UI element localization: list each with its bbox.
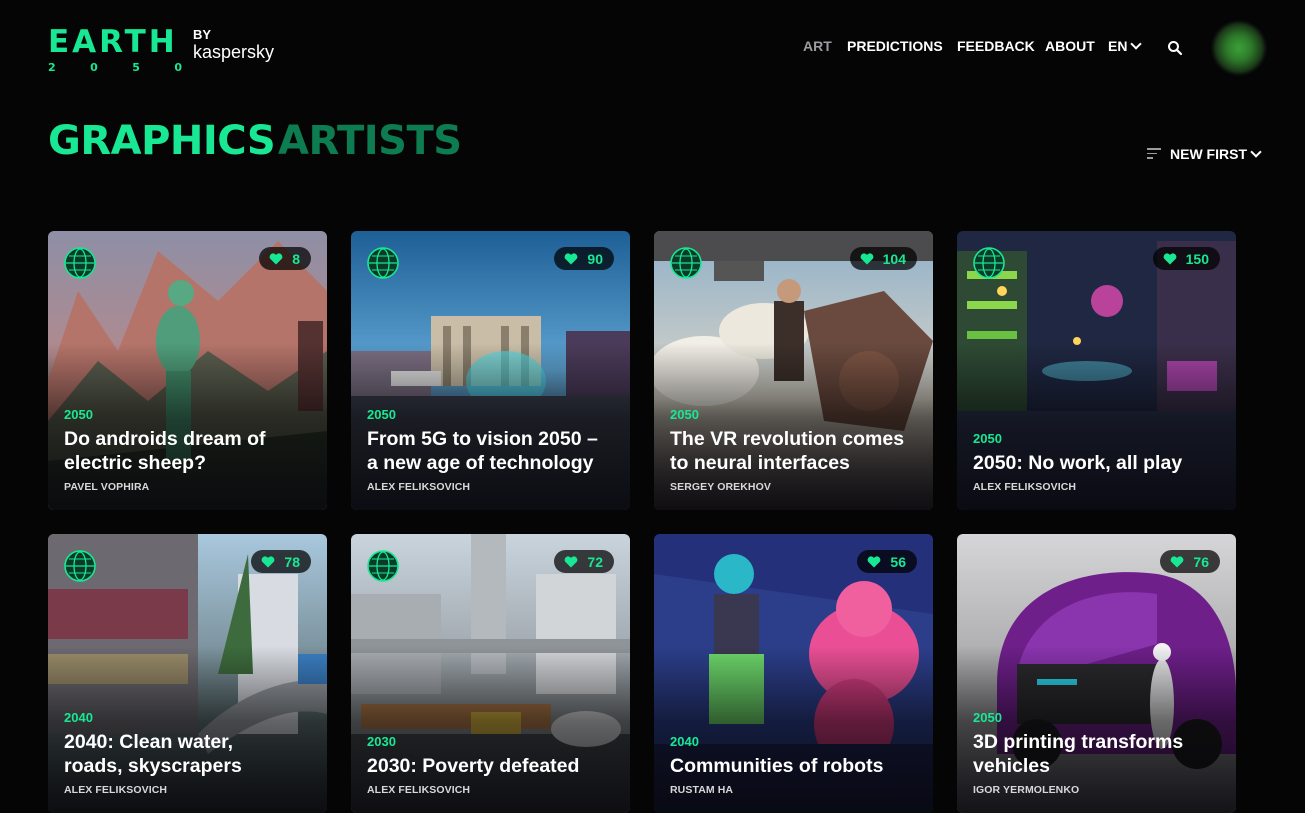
card-year: 2050: [367, 407, 396, 422]
like-count: 78: [284, 553, 300, 570]
like-count: 90: [587, 250, 603, 267]
heart-icon: [1163, 252, 1177, 264]
card-author[interactable]: ALEX FELIKSOVICH: [367, 784, 618, 796]
globe-icon: [367, 247, 399, 279]
artwork-card[interactable]: 76 2050 3D printing transforms vehicles I…: [957, 534, 1236, 813]
card-title[interactable]: 2040: Clean water, roads, skyscrapers: [64, 730, 315, 778]
like-button[interactable]: 76: [1160, 550, 1220, 573]
card-author[interactable]: ALEX FELIKSOVICH: [973, 481, 1224, 493]
like-button[interactable]: 8: [259, 247, 311, 270]
artwork-card[interactable]: 56 2040 Communities of robots RUSTAM HA: [654, 534, 933, 813]
card-year: 2050: [973, 710, 1002, 725]
card-title[interactable]: 3D printing transforms vehicles: [973, 730, 1224, 778]
card-year: 2050: [64, 407, 93, 422]
card-author[interactable]: SERGEY OREKHOV: [670, 481, 921, 493]
heart-icon: [565, 252, 578, 264]
card-year: 2040: [670, 734, 699, 749]
tab-graphics[interactable]: GRAPHICS: [48, 118, 276, 164]
artwork-card[interactable]: 150 2050 2050: No work, all play ALEX FE…: [957, 231, 1236, 510]
globe-icon: [64, 550, 96, 582]
chevron-down-icon: [1250, 146, 1262, 158]
like-button[interactable]: 56: [857, 550, 917, 573]
heart-icon: [565, 555, 578, 567]
card-title[interactable]: The VR revolution comes to neural interfa…: [670, 427, 921, 475]
card-title[interactable]: From 5G to vision 2050 – a new age of tec…: [367, 427, 618, 475]
like-count: 104: [882, 250, 906, 267]
search-icon[interactable]: [1167, 40, 1183, 56]
language-label: EN: [1108, 38, 1128, 54]
heart-icon: [860, 252, 874, 264]
artwork-card[interactable]: 90 2050 From 5G to vision 2050 – a new ag…: [351, 231, 630, 510]
like-count: 8: [292, 250, 300, 267]
nav-about[interactable]: ABOUT: [1045, 38, 1095, 54]
artwork-card[interactable]: 72 2030 2030: Poverty defeated ALEX FELI…: [351, 534, 630, 813]
avatar[interactable]: [1213, 22, 1265, 74]
card-author[interactable]: PAVEL VOPHIRA: [64, 481, 315, 493]
card-title[interactable]: 2050: No work, all play: [973, 451, 1224, 475]
like-count: 72: [587, 553, 603, 570]
sort-label: NEW FIRST: [1170, 146, 1262, 162]
globe-icon: [973, 247, 1005, 279]
artwork-card[interactable]: 104 2050 The VR revolution comes to neura…: [654, 231, 933, 510]
globe-icon: [670, 247, 702, 279]
logo-wordmark: EARTH: [48, 24, 178, 60]
logo-brand: kaspersky: [193, 42, 275, 62]
card-year: 2050: [670, 407, 699, 422]
like-button[interactable]: 150: [1152, 247, 1220, 270]
heart-icon: [269, 252, 283, 264]
like-button[interactable]: 104: [849, 247, 917, 270]
like-count: 150: [1185, 250, 1209, 267]
nav-feedback[interactable]: FEEDBACK: [957, 38, 1035, 54]
like-count: 76: [1193, 553, 1209, 570]
card-title[interactable]: 2030: Poverty defeated: [367, 754, 618, 778]
heart-icon: [262, 555, 275, 567]
nav-predictions[interactable]: PREDICTIONS: [847, 38, 943, 54]
card-year: 2050: [973, 431, 1002, 446]
heart-icon: [868, 555, 881, 567]
card-year: 2030: [367, 734, 396, 749]
card-title[interactable]: Do androids dream of electric sheep?: [64, 427, 315, 475]
globe-icon: [64, 247, 96, 279]
logo-by: BY: [193, 27, 212, 42]
logo-year: 2 0 5 0: [48, 61, 182, 74]
like-button[interactable]: 90: [554, 247, 614, 270]
tab-artists[interactable]: ARTISTS: [278, 118, 462, 164]
card-author[interactable]: ALEX FELIKSOVICH: [367, 481, 618, 493]
language-select[interactable]: EN: [1108, 38, 1143, 54]
artwork-grid: 8 2050 Do androids dream of electric shee…: [48, 231, 1248, 813]
artwork-card[interactable]: 8 2050 Do androids dream of electric shee…: [48, 231, 327, 510]
artwork-card[interactable]: 78 2040 2040: Clean water, roads, skyscra…: [48, 534, 327, 813]
chevron-down-icon: [1130, 38, 1143, 50]
card-title[interactable]: Communities of robots: [670, 754, 921, 778]
card-year: 2040: [64, 710, 93, 725]
card-author[interactable]: ALEX FELIKSOVICH: [64, 784, 315, 796]
heart-icon: [1171, 555, 1184, 567]
nav-art[interactable]: ART: [803, 38, 832, 54]
like-count: 56: [890, 553, 906, 570]
sort-icon: [1147, 148, 1161, 160]
card-author[interactable]: RUSTAM HA: [670, 784, 921, 796]
globe-icon: [367, 550, 399, 582]
like-button[interactable]: 72: [554, 550, 614, 573]
earth-2050-logo[interactable]: EARTH 2 0 5 0 BY kaspersky: [48, 26, 288, 76]
like-button[interactable]: 78: [251, 550, 311, 573]
card-author[interactable]: IGOR YERMOLENKO: [973, 784, 1224, 796]
